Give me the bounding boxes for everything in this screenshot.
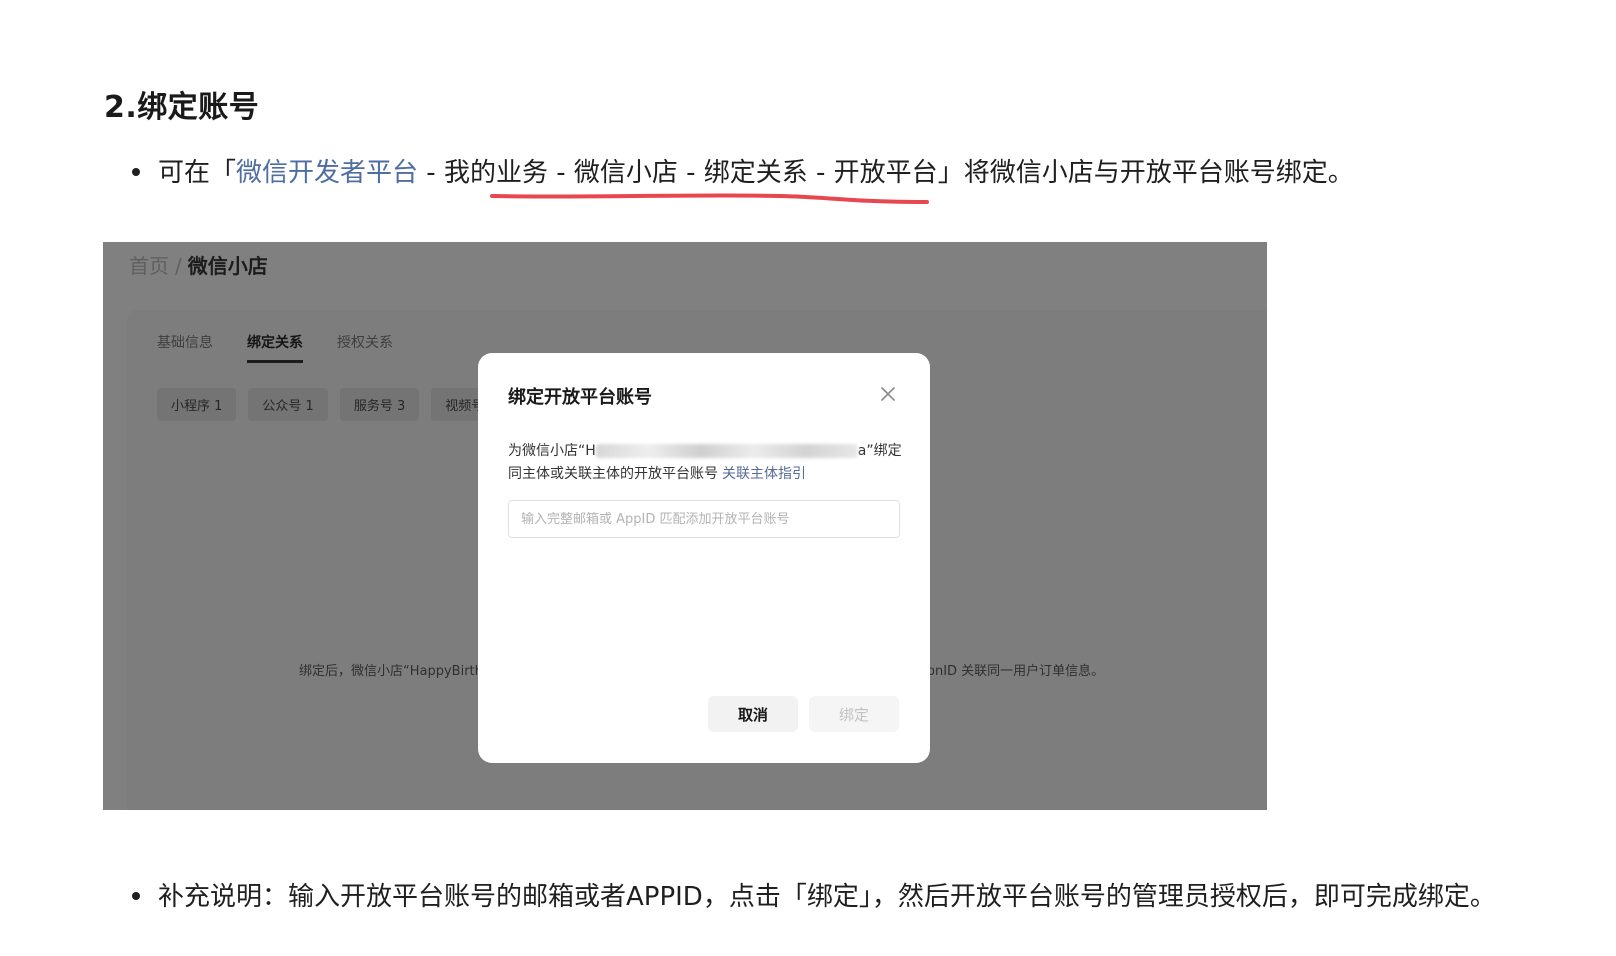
bullet-dot xyxy=(132,167,140,176)
list-item-supplement: 补充说明：输入开放平台账号的邮箱或者APPID，点击「绑定」，然后开放平台账号的… xyxy=(132,876,1496,913)
chip-official-account[interactable]: 公众号 1 xyxy=(248,388,328,421)
bullet-prefix: 可在「 xyxy=(158,158,237,188)
tab-binding[interactable]: 绑定关系 xyxy=(247,332,303,363)
breadcrumb-home[interactable]: 首页 xyxy=(129,254,169,278)
bind-button[interactable]: 绑定 xyxy=(809,696,899,732)
bullet-suffix: 」将微信小店与开放平台账号绑定。 xyxy=(937,158,1354,188)
tab-authorization[interactable]: 授权关系 xyxy=(337,332,393,360)
tab-basic-info[interactable]: 基础信息 xyxy=(157,332,213,360)
account-search-input[interactable] xyxy=(508,500,900,538)
desc-line2: 同主体或关联主体的开放平台账号 xyxy=(508,466,718,482)
cancel-button[interactable]: 取消 xyxy=(708,696,798,732)
tab-bar: 基础信息 绑定关系 授权关系 xyxy=(157,332,427,363)
desc-prefix: 为微信小店“H xyxy=(508,443,596,459)
list-item-bind-path: 可在「微信开发者平台 - 我的业务 - 微信小店 - 绑定关系 - 开放平台」将… xyxy=(132,152,1354,189)
account-type-chips: 小程序 1 公众号 1 服务号 3 视频号 xyxy=(157,388,510,421)
breadcrumb-current: 微信小店 xyxy=(187,254,268,278)
binding-note-left: 绑定后，微信小店“HappyBirth xyxy=(299,664,483,679)
chip-mini-program[interactable]: 小程序 1 xyxy=(157,388,237,421)
binding-note-right: onID 关联同一用户订单信息。 xyxy=(927,664,1105,679)
breadcrumb: 首页 / 微信小店 xyxy=(129,250,268,279)
breadcrumb-separator: / xyxy=(175,254,182,278)
desc-suffix: a”绑定 xyxy=(857,443,902,459)
bind-open-platform-dialog: 绑定开放平台账号 为微信小店“H a”绑定 同主体或关联主体的开放平台账号 关联主体… xyxy=(478,353,930,763)
developer-platform-link[interactable]: 微信开发者平台 xyxy=(236,158,418,188)
dialog-description: 为微信小店“H a”绑定 同主体或关联主体的开放平台账号 关联主体指引 xyxy=(508,440,908,486)
supplement-text: 补充说明：输入开放平台账号的邮箱或者APPID，点击「绑定」，然后开放平台账号的… xyxy=(158,882,1496,912)
close-icon[interactable] xyxy=(880,386,896,402)
dialog-title: 绑定开放平台账号 xyxy=(508,387,652,408)
embedded-screenshot: 首页 / 微信小店 基础信息 绑定关系 授权关系 小程序 1 公众号 1 服务号 3 视频号 … xyxy=(103,242,1267,810)
bullet-path: - 我的业务 - 微信小店 - 绑定关系 - 开放平台 xyxy=(418,158,938,188)
chip-service-account[interactable]: 服务号 3 xyxy=(339,388,420,421)
blurred-store-name xyxy=(595,444,858,458)
red-underline-annotation xyxy=(490,193,929,204)
related-entity-guide-link[interactable]: 关联主体指引 xyxy=(722,466,806,482)
section-heading: 2.绑定账号 xyxy=(104,90,260,125)
bullet-dot xyxy=(132,891,140,900)
